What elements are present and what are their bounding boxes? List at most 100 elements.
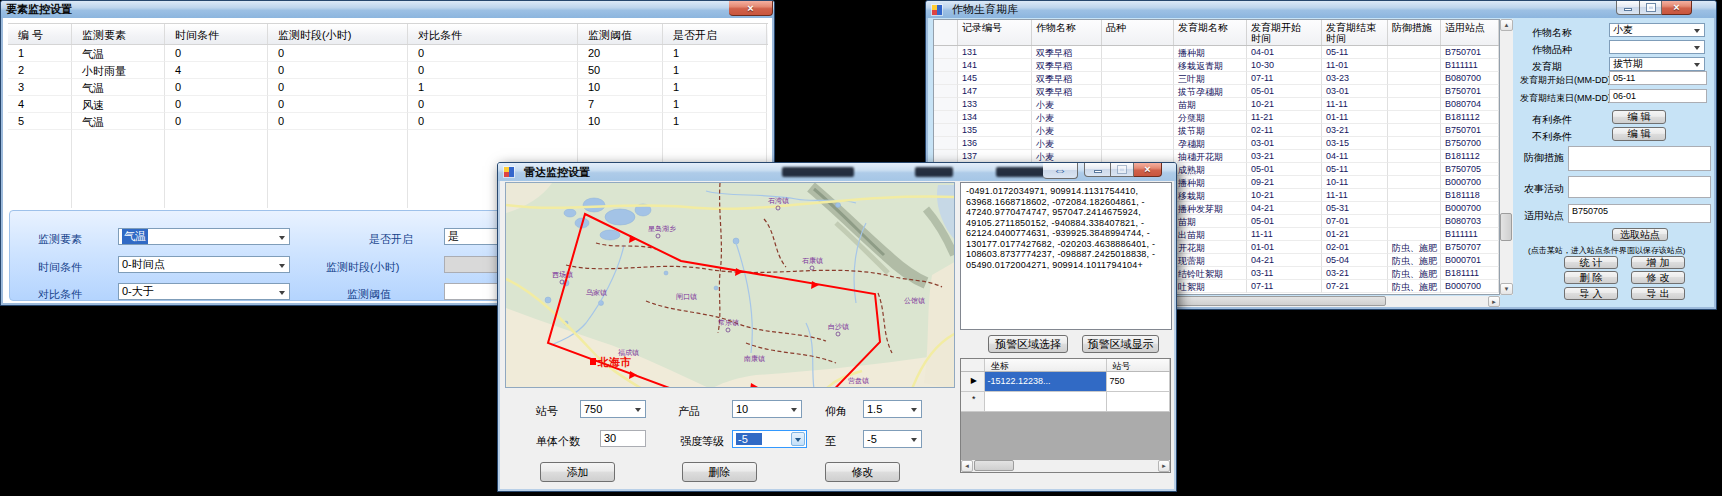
unfavorable-edit-button[interactable]: 编 辑 [1612,127,1666,141]
column-header[interactable]: 编 号 [8,24,72,44]
delete-button[interactable]: 删 除 [1564,271,1618,284]
import-button[interactable]: 导 入 [1564,287,1618,300]
minimize-button[interactable] [1616,1,1640,15]
vertical-scrollbar[interactable]: ▲ ▼ [1500,19,1513,295]
to-combobox[interactable]: -5 [863,430,922,448]
crop-titlebar[interactable]: 作物生育期库 [926,1,1716,18]
close-button[interactable]: × [1134,163,1162,177]
grid-row-selected[interactable]: ▶ -15122.12238... 750 [961,372,1170,392]
monitor-close-button[interactable]: × [729,1,773,16]
time-cond-combobox[interactable]: 0-时间点 [118,256,290,273]
product-combobox[interactable]: 10 [732,400,802,418]
station-input[interactable]: B750705 [1568,204,1711,223]
compare-combobox[interactable]: 0-大于 [118,283,290,300]
variety-combobox[interactable] [1609,40,1705,54]
defense-textarea[interactable] [1568,146,1711,171]
pushpin-button[interactable]: ⇔ [1043,163,1078,179]
column-header[interactable]: 发育期结束 时间 [1322,20,1388,45]
close-button[interactable]: × [1662,1,1692,15]
table-row[interactable]: 135 小麦 拔节期 02-11 03-21 B750701 [934,124,1499,137]
table-row[interactable]: 141 双季早稻 移栽返青期 10-30 11-01 B111111 [934,59,1499,72]
town-label: 西场镇 [552,271,573,279]
table-row[interactable]: 147 双季早稻 拔节孕穗期 05-01 03-01 B750701 [934,85,1499,98]
table-row[interactable]: 4 风速 0 0 0 7 1 [8,96,768,113]
chevron-down-icon [635,408,641,415]
period-label: 发育期 [1532,60,1562,74]
add-button[interactable]: 增 加 [1631,256,1685,269]
scrollbar-thumb[interactable] [1500,213,1512,241]
cell-count-input[interactable]: 30 [600,430,646,447]
modify-button[interactable]: 修改 [825,462,900,482]
table-row[interactable]: 134 小麦 分蘖期 11-21 01-11 B181112 [934,111,1499,124]
crop-window-title: 作物生育期库 [947,2,1018,17]
scroll-right-icon[interactable]: ► [1488,296,1500,307]
area-show-button[interactable]: 预警区域显示 [1082,335,1159,353]
column-header[interactable]: 发育期名称 [1174,20,1247,45]
chevron-down-icon [791,408,797,415]
column-header[interactable]: 监测要素 [72,24,165,44]
column-header[interactable]: 防御措施 [1388,20,1441,45]
scroll-left-icon[interactable]: ◄ [961,460,973,472]
column-header[interactable]: 坐标 [985,359,1107,371]
table-row[interactable]: 5 气温 0 0 0 10 1 [8,113,768,130]
table-row[interactable]: 145 双季早稻 三叶期 07-11 03-23 B080700 [934,72,1499,85]
scrollbar-thumb[interactable] [974,460,1014,471]
chevron-down-icon [795,438,801,445]
period-combobox[interactable]: 拔节期 [1609,57,1705,71]
column-header[interactable]: 品种 [1102,20,1174,45]
export-button[interactable]: 导 出 [1631,287,1685,300]
column-header[interactable]: 适用站点 [1441,20,1499,45]
add-button[interactable]: 添加 [540,462,615,482]
column-header[interactable]: 发育期开始 时间 [1247,20,1322,45]
end-date-input[interactable]: 06-01 [1609,89,1707,103]
maximize-button[interactable] [1111,163,1134,177]
favorable-edit-button[interactable]: 编 辑 [1612,110,1666,124]
elevation-combobox[interactable]: 1.5 [863,400,922,418]
column-header[interactable]: 作物名称 [1032,20,1102,45]
monitor-titlebar[interactable]: 要素监控设置 [1,1,774,18]
table-row[interactable]: 3 气温 0 0 1 10 1 [8,79,768,96]
monitor-table-body: 1 气温 0 0 0 20 1 2 小时雨量 4 0 0 50 1 [8,45,768,130]
scroll-down-icon[interactable]: ▼ [1500,283,1513,295]
column-header[interactable]: 对比条件 [408,24,578,44]
column-header[interactable]: 监测阈值 [578,24,663,44]
chevron-down-icon [1694,29,1700,36]
dropdown-button[interactable] [791,432,805,446]
table-row[interactable]: 133 小麦 苗期 10-21 11-11 B080704 [934,98,1499,111]
intensity-combobox[interactable]: -5 [732,430,807,448]
pick-station-button[interactable]: 选取站点 [1612,228,1668,241]
modify-button[interactable]: 修 改 [1631,271,1685,284]
table-row[interactable]: 136 小麦 孕穗期 03-01 03-15 B750700 [934,137,1499,150]
table-row[interactable]: 131 双季早稻 播种期 04-01 05-11 B750701 [934,46,1499,59]
coordinates-textarea[interactable]: -0491.0172034971, 909914.1131754410, 639… [960,182,1172,330]
grid-horizontal-scrollbar[interactable]: ◄ ► [961,460,1170,472]
farmwork-textarea[interactable] [1568,176,1711,198]
chevron-down-icon [1694,63,1700,70]
minimize-button[interactable] [1084,163,1111,177]
close-icon: × [747,3,753,14]
maximize-button[interactable] [1640,1,1662,15]
column-header[interactable]: 监测时段(小时) [268,24,408,44]
table-row[interactable]: 2 小时雨量 4 0 0 50 1 [8,62,768,79]
scroll-right-icon[interactable]: ► [1158,460,1170,472]
crop-table-header: 记录编号 作物名称 品种 发育期名称 发育期开始 时间 发育期结束 时间 防御措… [934,20,1499,46]
column-header[interactable]: 时间条件 [165,24,268,44]
station-note: (点击某站，进入站点条件界面以保存该站点) [1528,245,1685,256]
element-combobox[interactable]: 气温 [118,228,290,245]
station-combobox[interactable]: 750 [580,400,646,418]
stat-button[interactable]: 统 计 [1564,256,1618,269]
delete-button[interactable]: 删除 [682,462,757,482]
radar-window-title: 雷达监控设置 [519,165,590,180]
intensity-label: 强度等级 [680,434,724,449]
grid-row-new[interactable]: * [961,392,1170,412]
crop-name-combobox[interactable]: 小麦 [1609,23,1705,37]
column-header[interactable]: 是否开启 [663,24,767,44]
scroll-up-icon[interactable]: ▲ [1500,19,1513,31]
start-date-input[interactable]: 05-11 [1609,71,1707,85]
column-header[interactable]: 记录编号 [958,20,1032,45]
map-view[interactable]: 星岛湖乡 石湾镇 石康镇 西场镇 乌家镇 常乐镇 白沙镇 福成镇 南康镇 营盘镇… [505,182,955,388]
column-header[interactable]: 站号 [1107,359,1170,371]
crop-name-label: 作物名称 [1532,26,1572,40]
area-select-button[interactable]: 预警区域选择 [988,335,1068,353]
table-row[interactable]: 1 气温 0 0 0 20 1 [8,45,768,62]
